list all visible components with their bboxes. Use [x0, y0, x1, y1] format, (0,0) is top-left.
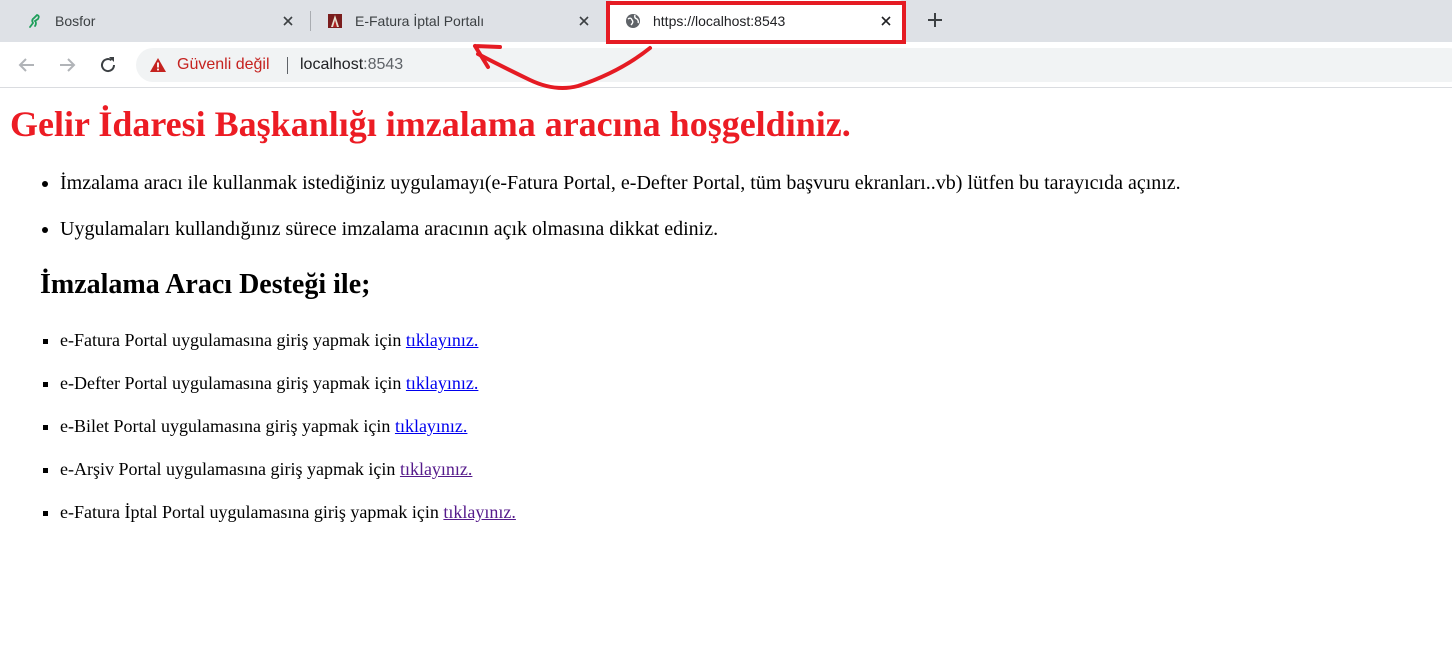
back-button[interactable]	[15, 53, 39, 77]
link-description: e-Bilet Portal uygulamasına giriş yapmak…	[60, 416, 391, 436]
url-port: :8543	[363, 56, 404, 73]
browser-toolbar: Güvenli değil localhost:8543	[0, 42, 1452, 88]
reload-icon	[101, 57, 116, 73]
tab-efatura-iptal[interactable]: E-Fatura İptal Portalı	[300, 0, 606, 42]
support-heading: İmzalama Aracı Desteği ile;	[40, 269, 371, 300]
link-description: e-Fatura İptal Portal uygulamasına giriş…	[60, 502, 439, 522]
efatura-iptal-portal-link[interactable]: tıklayınız.	[443, 502, 515, 522]
tab-title: Bosfor	[55, 13, 96, 29]
globe-icon	[625, 13, 641, 29]
tab-title: https://localhost:8543	[653, 13, 786, 29]
url-host: localhost	[300, 56, 364, 73]
page-content: Gelir İdaresi Başkanlığı imzalama aracın…	[0, 89, 1452, 654]
omnibox-divider	[287, 57, 288, 74]
list-item: e-Fatura Portal uygulamasına giriş yapma…	[60, 330, 516, 373]
tab-localhost[interactable]: https://localhost:8543	[606, 0, 906, 42]
list-item: İmzalama aracı ile kullanmak istediğiniz…	[60, 172, 1181, 218]
efatura-portal-link[interactable]: tıklayınız.	[406, 330, 478, 350]
plus-icon	[928, 13, 942, 27]
tab-title: E-Fatura İptal Portalı	[355, 13, 485, 29]
reload-button[interactable]	[96, 53, 120, 77]
url-text[interactable]: localhost:8543	[300, 56, 403, 74]
back-arrow-icon	[18, 58, 34, 72]
ebilet-portal-link[interactable]: tıklayınız.	[395, 416, 467, 436]
close-tab-icon[interactable]	[878, 13, 894, 29]
warning-triangle-icon	[150, 58, 166, 72]
close-tab-icon[interactable]	[576, 13, 592, 29]
close-tab-icon[interactable]	[280, 13, 296, 29]
tab-strip: Bosfor E-Fatura İptal Portalı https://lo…	[0, 0, 1452, 42]
page-title: Gelir İdaresi Başkanlığı imzalama aracın…	[10, 104, 851, 144]
edefter-portal-link[interactable]: tıklayınız.	[406, 373, 478, 393]
list-item: e-Fatura İptal Portal uygulamasına giriş…	[60, 502, 516, 545]
list-item: Uygulamaları kullandığınız sürece imzala…	[60, 218, 1181, 264]
link-description: e-Fatura Portal uygulamasına giriş yapma…	[60, 330, 402, 350]
gib-logo-icon	[327, 13, 343, 29]
link-description: e-Defter Portal uygulamasına giriş yapma…	[60, 373, 402, 393]
new-tab-button[interactable]	[923, 8, 947, 32]
list-item: e-Arşiv Portal uygulamasına giriş yapmak…	[60, 459, 516, 502]
tab-bosfor[interactable]: Bosfor	[0, 0, 310, 42]
bosfor-logo-icon	[27, 13, 43, 29]
link-description: e-Arşiv Portal uygulamasına giriş yapmak…	[60, 459, 396, 479]
info-list: İmzalama aracı ile kullanmak istediğiniz…	[60, 172, 1181, 264]
security-status[interactable]: Güvenli değil	[177, 56, 270, 74]
list-item: e-Bilet Portal uygulamasına giriş yapmak…	[60, 416, 516, 459]
address-bar[interactable]: Güvenli değil localhost:8543	[136, 48, 1452, 82]
forward-arrow-icon	[60, 58, 76, 72]
earsiv-portal-link[interactable]: tıklayınız.	[400, 459, 472, 479]
forward-button[interactable]	[55, 53, 79, 77]
list-item: e-Defter Portal uygulamasına giriş yapma…	[60, 373, 516, 416]
portal-links-list: e-Fatura Portal uygulamasına giriş yapma…	[60, 330, 516, 545]
